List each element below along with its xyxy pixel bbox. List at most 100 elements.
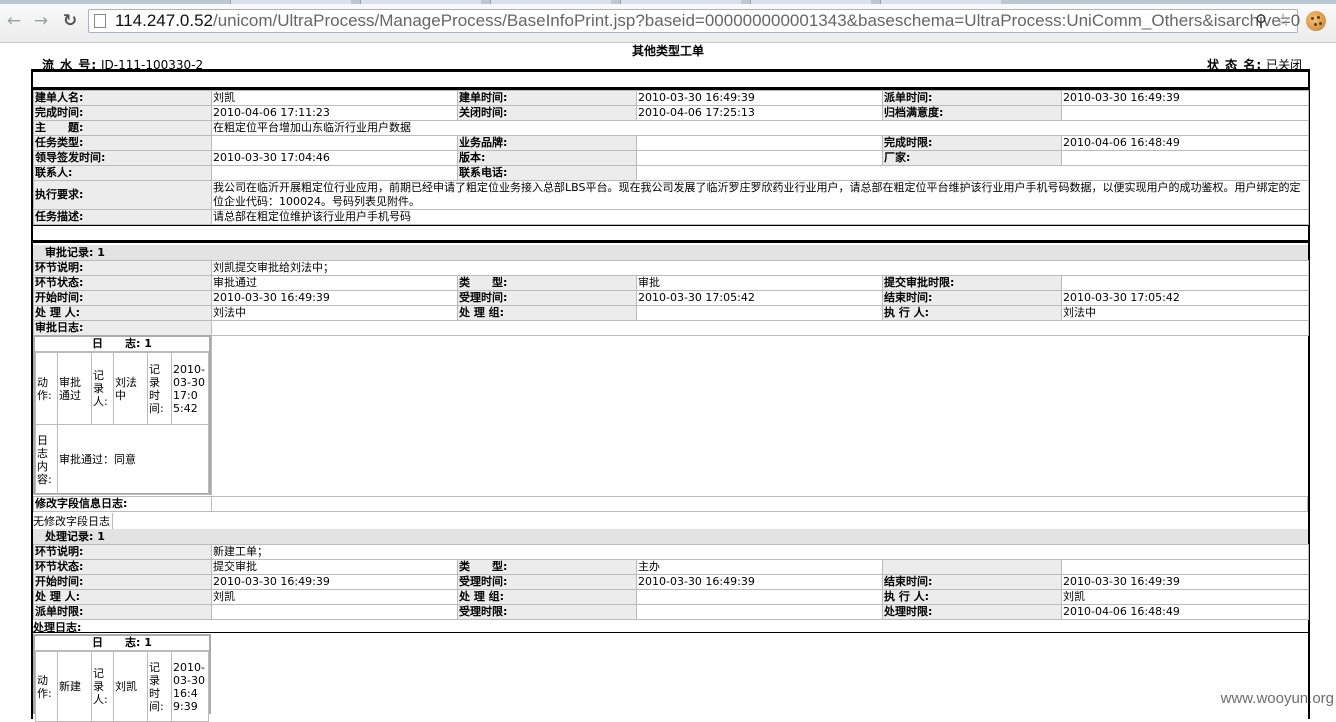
field-label: 处 理 人: <box>33 589 212 605</box>
zoom-icon[interactable]: ⚲ <box>1255 11 1267 30</box>
log-action: 新建 <box>57 651 92 722</box>
field-value: 2010-03-30 16:49:39 <box>211 574 458 590</box>
field-value: 2010-03-30 16:49:39 <box>636 574 883 590</box>
field-value: 刘凯 <box>1060 589 1310 605</box>
field-value <box>1060 559 1310 575</box>
field-label: 业务品牌: <box>457 135 637 151</box>
log-time-label: 记录时间: <box>147 651 172 722</box>
log-action-label: 动作: <box>35 651 58 722</box>
field-label: 派单时间: <box>882 90 1062 106</box>
browser-toolbar: ← → ↻ 114.247.0.52/unicom/UltraProcess/M… <box>0 0 1336 43</box>
cookie-extension-icon[interactable] <box>1306 11 1326 31</box>
log-header: 日 志: 1 <box>35 337 209 352</box>
log-table: 动作: 新建 记录人: 刘凯 记录时间: 2010-03-30 16:49:39 <box>35 651 209 722</box>
field-value: 2010-03-30 17:05:42 <box>1060 290 1310 306</box>
log-recorder-label: 记录人: <box>91 352 114 425</box>
field-log-empty: 无修改字段日志 <box>33 513 113 529</box>
bookmark-star-icon[interactable]: ☆ <box>1275 10 1291 31</box>
table-row: 日志内容: 审批通过：同意 <box>35 424 209 495</box>
processing-log-label: 处理日志: <box>33 621 82 634</box>
url-path: /unicom/UltraProcess/ManageProcess/BaseI… <box>213 11 1301 30</box>
field-value: 刘凯提交审批给刘法中； <box>210 260 1310 276</box>
url-text[interactable]: 114.247.0.52/unicom/UltraProcess/ManageP… <box>115 11 1300 31</box>
table-row: 联系人: 联系电话: <box>33 165 1309 181</box>
table-row: 动作: 新建 记录人: 刘凯 记录时间: 2010-03-30 16:49:39 <box>35 651 209 722</box>
field-label: 环节说明: <box>33 260 212 276</box>
field-value <box>636 305 883 321</box>
field-label: 任务类型: <box>33 135 212 151</box>
field-label: 环节状态: <box>33 559 212 575</box>
field-value <box>636 135 883 151</box>
approval-table: 环节说明: 刘凯提交审批给刘法中； 环节状态: 审批通过 类 型: 审批 提交审… <box>33 260 1310 336</box>
approval-section-header: 审批记录: 1 <box>33 245 1308 260</box>
field-label: 处 理 组: <box>457 589 637 605</box>
field-value: 刘凯 <box>211 90 458 106</box>
field-value: 提交审批 <box>211 559 458 575</box>
field-label: 版本: <box>457 150 637 166</box>
basic-info-table: 建单人名: 刘凯 建单时间: 2010-03-30 16:49:39 派单时间:… <box>33 90 1309 225</box>
field-label: 开始时间: <box>33 290 212 306</box>
field-value <box>211 604 458 620</box>
field-label: 受理时间: <box>457 574 637 590</box>
field-label: 处 理 组: <box>457 305 637 321</box>
field-label: 执 行 人: <box>882 305 1062 321</box>
table-row: 动作: 审批通过 记录人: 刘法中 记录时间: 2010-03-30 17:05… <box>35 352 209 425</box>
field-value: 审批通过 <box>211 275 458 291</box>
field-value <box>1060 275 1310 291</box>
field-label: 环节说明: <box>33 544 212 560</box>
field-label: 厂家: <box>882 150 1062 166</box>
table-row: 开始时间: 2010-03-30 16:49:39 受理时间: 2010-03-… <box>33 574 1310 590</box>
table-row: 完成时间: 2010-04-06 17:11:23 关闭时间: 2010-04-… <box>33 105 1309 121</box>
log-recorder: 刘凯 <box>113 651 148 722</box>
field-label: 完成时间: <box>33 105 212 121</box>
table-row: 环节状态: 审批通过 类 型: 审批 提交审批时限: <box>33 275 1310 291</box>
field-value <box>636 150 883 166</box>
field-value <box>211 165 458 181</box>
field-value: 审批 <box>636 275 883 291</box>
address-bar[interactable]: 114.247.0.52/unicom/UltraProcess/ManageP… <box>88 9 1300 33</box>
field-label: 派单时限: <box>33 604 212 620</box>
field-label <box>882 559 1062 575</box>
field-label: 处理时限: <box>882 604 1062 620</box>
column-divider <box>211 335 212 495</box>
processing-section-header: 处理记录: 1 <box>33 529 1308 544</box>
field-value <box>636 604 883 620</box>
table-row: 修改字段信息日志: <box>33 496 1308 512</box>
table-row: 任务类型: 业务品牌: 完成时限: 2010-04-06 16:48:49 <box>33 135 1309 151</box>
page-icon <box>94 14 106 28</box>
field-value: 2010-03-30 16:49:39 <box>636 90 883 106</box>
table-row: 处 理 人: 刘凯 处 理 组: 执 行 人: 刘凯 <box>33 589 1310 605</box>
field-label: 执 行 人: <box>882 589 1062 605</box>
forward-icon[interactable]: → <box>30 10 52 32</box>
table-row: 环节说明: 新建工单； <box>33 544 1310 560</box>
log-time: 2010-03-30 17:05:42 <box>171 352 209 425</box>
reload-icon[interactable]: ↻ <box>59 10 81 32</box>
table-row: 派单时限: 受理时限: 处理时限: 2010-04-06 16:48:49 <box>33 604 1310 620</box>
field-value <box>211 135 458 151</box>
tab-strip[interactable] <box>0 0 1336 4</box>
log-time: 2010-03-30 16:49:39 <box>171 651 209 722</box>
table-row: 环节说明: 刘凯提交审批给刘法中； <box>33 260 1310 276</box>
log-action: 审批通过 <box>57 352 92 425</box>
field-log-table: 修改字段信息日志: <box>33 496 1308 512</box>
field-value: 2010-03-30 16:49:39 <box>1060 574 1310 590</box>
field-label: 执行要求: <box>33 180 212 210</box>
rule <box>31 632 1310 633</box>
field-label: 类 型: <box>457 275 637 291</box>
field-value: 在粗定位平台增加山东临沂行业用户数据 <box>211 120 1309 136</box>
field-label: 关闭时间: <box>457 105 637 121</box>
field-value: 2010-03-30 16:49:39 <box>211 290 458 306</box>
field-value: 2010-03-30 17:05:42 <box>636 290 883 306</box>
table-row: 开始时间: 2010-03-30 16:49:39 受理时间: 2010-03-… <box>33 290 1310 306</box>
log-content-label: 日志内容: <box>35 424 58 495</box>
field-log-label: 修改字段信息日志: <box>33 496 212 512</box>
field-label: 联系电话: <box>457 165 637 181</box>
field-label: 受理时限: <box>457 604 637 620</box>
field-label: 任务描述: <box>33 209 212 225</box>
back-icon[interactable]: ← <box>3 10 25 32</box>
field-value <box>1061 150 1309 166</box>
field-value: 2010-03-30 16:49:39 <box>1061 90 1309 106</box>
field-label: 提交审批时限: <box>882 275 1062 291</box>
field-label: 处 理 人: <box>33 305 212 321</box>
field-value: 2010-03-30 17:04:46 <box>211 150 458 166</box>
